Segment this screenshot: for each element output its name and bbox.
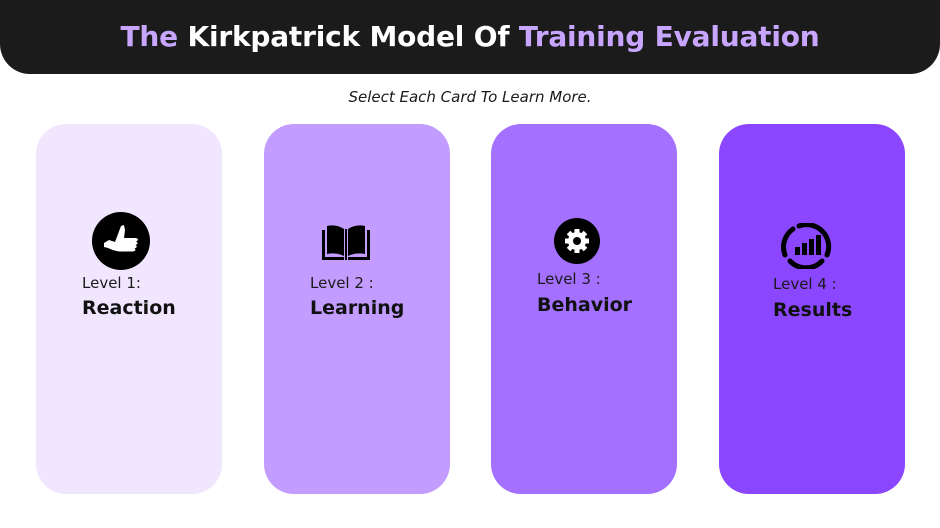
card-1-level-label: Level 1: <box>82 274 141 292</box>
card-level-4-results[interactable]: Level 4 : Results <box>719 124 905 494</box>
instruction-text: Select Each Card To Learn More. <box>348 88 592 106</box>
gear-icon <box>554 218 600 264</box>
results-chart-icon <box>781 223 832 269</box>
card-level-1-reaction[interactable]: Level 1: Reaction <box>36 124 222 494</box>
card-3-name: Behavior <box>537 294 633 316</box>
title-part-model: Kirkpatrick Model Of <box>187 19 510 53</box>
card-4-level-label: Level 4 : <box>773 275 837 293</box>
card-level-2-learning[interactable]: Level 2 : Learning <box>264 124 450 494</box>
card-1-name: Reaction <box>82 297 176 319</box>
card-2-level-label: Level 2 : <box>310 274 374 292</box>
page-title: The Kirkpatrick Model Of Training Evalua… <box>120 20 819 53</box>
page: The Kirkpatrick Model Of Training Evalua… <box>0 0 940 528</box>
card-3-level-label: Level 3 : <box>537 270 601 288</box>
card-2-name: Learning <box>310 297 405 319</box>
card-4-name: Results <box>773 299 853 321</box>
title-part-the: The <box>120 19 178 53</box>
open-book-icon <box>322 225 370 260</box>
title-part-evaluation: Training Evaluation <box>518 19 820 53</box>
card-level-3-behavior[interactable]: Level 3 : Behavior <box>491 124 677 494</box>
thumbs-up-icon <box>92 212 150 270</box>
header-bar: The Kirkpatrick Model Of Training Evalua… <box>0 0 940 74</box>
